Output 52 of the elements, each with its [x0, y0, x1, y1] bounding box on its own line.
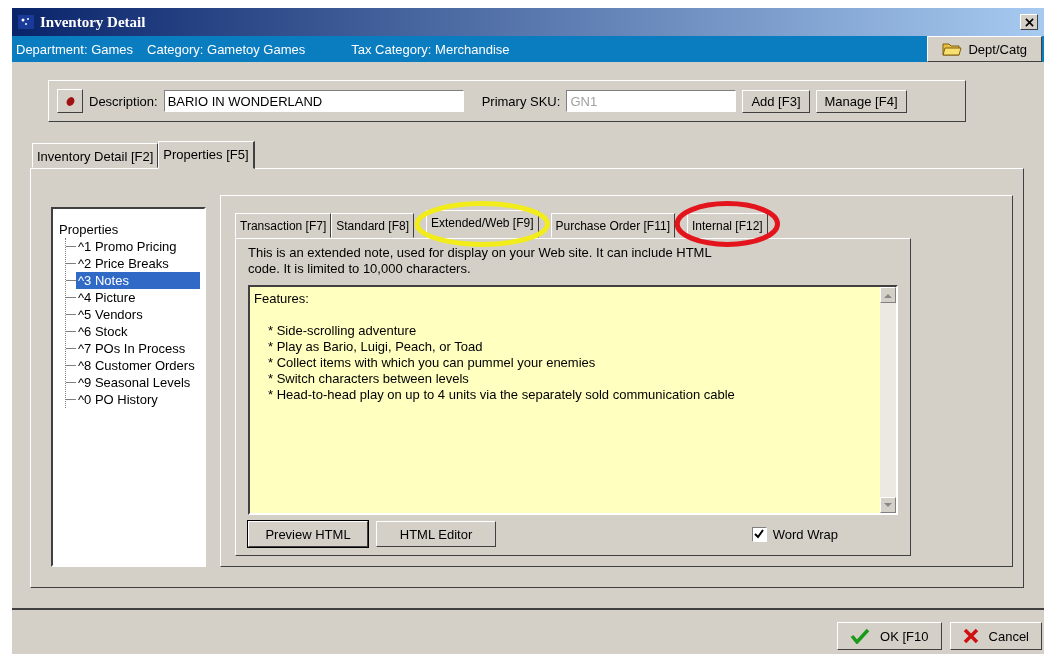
close-button[interactable]	[1020, 14, 1038, 30]
tab[interactable]: Extended/Web [F9]	[426, 210, 539, 238]
note-heading: Features:	[254, 291, 310, 307]
tree-item[interactable]: ^5 Vendors	[76, 306, 200, 323]
close-icon	[962, 628, 979, 644]
note-line: * Side-scrolling adventure	[268, 323, 418, 339]
help-text: This is an extended note, used for display on your Web site. It can include HTML code. It is limited to 10,000 characters.	[248, 245, 713, 277]
note-line: * Switch characters between levels	[268, 371, 470, 387]
tree-item[interactable]: ^0 PO History	[76, 391, 200, 408]
note-line: * Collect items with which you can pummel your enemies	[268, 355, 597, 371]
scrollbar[interactable]	[880, 287, 896, 513]
word-wrap-label: Word Wrap	[772, 526, 838, 542]
oval-icon	[64, 95, 76, 107]
tree-item[interactable]: ^1 Promo Pricing	[76, 238, 200, 255]
color-button[interactable]	[57, 89, 83, 113]
tab[interactable]: Inventory Detail [F2]	[32, 143, 159, 168]
tab[interactable]: Purchase Order [F11]	[550, 213, 675, 238]
tab[interactable]: Transaction [F7]	[235, 213, 332, 238]
html-button[interactable]: Preview HTML	[248, 521, 368, 547]
action-button[interactable]: Manage [F4]	[815, 89, 907, 113]
tree-item[interactable]: ^7 POs In Process	[76, 340, 200, 357]
html-button[interactable]: HTML Editor	[376, 521, 496, 547]
tree-item[interactable]: ^2 Price Breaks	[76, 255, 200, 272]
ok-button[interactable]: OK [F10	[837, 622, 942, 650]
category-label: Category: Gametoy Games	[147, 41, 306, 57]
app-icon	[18, 15, 34, 29]
tab[interactable]: Standard [F8]	[331, 213, 414, 238]
note-line: * Play as Bario, Luigi, Peach, or Toad	[268, 339, 484, 355]
dept-catg-button[interactable]: Dept/Catg	[927, 36, 1042, 62]
tree-root[interactable]: Properties	[57, 221, 200, 238]
tab[interactable]: Properties [F5]	[158, 141, 255, 169]
note-line: * Head-to-head play on up to 4 units via the separately sold communication cable	[268, 387, 736, 403]
checkbox[interactable]	[751, 526, 767, 542]
sku-label: Primary SKU:	[481, 93, 561, 109]
note-text-area[interactable]	[248, 285, 898, 515]
tree-item[interactable]: ^3 Notes	[76, 272, 200, 289]
tree-item[interactable]: ^4 Picture	[76, 289, 200, 306]
description-label: Description:	[89, 93, 158, 109]
scroll-up-icon[interactable]	[880, 287, 896, 303]
department-label: Department: Games	[16, 41, 134, 57]
close-icon	[1024, 17, 1034, 27]
description-field[interactable]: BARIO IN WONDERLAND	[163, 90, 464, 112]
window-title: Inventory Detail	[40, 13, 147, 31]
tree-item[interactable]: ^9 Seasonal Levels	[76, 374, 200, 391]
tax-category-label: Tax Category: Merchandise	[351, 41, 511, 57]
checkmark-icon	[850, 628, 871, 644]
scroll-down-icon[interactable]	[880, 497, 896, 513]
action-button[interactable]: Add [F3]	[742, 89, 810, 113]
tree-item[interactable]: ^6 Stock	[76, 323, 200, 340]
cancel-button[interactable]: Cancel	[949, 622, 1042, 650]
tree-item[interactable]: ^8 Customer Orders	[76, 357, 200, 374]
folder-icon	[942, 42, 963, 56]
